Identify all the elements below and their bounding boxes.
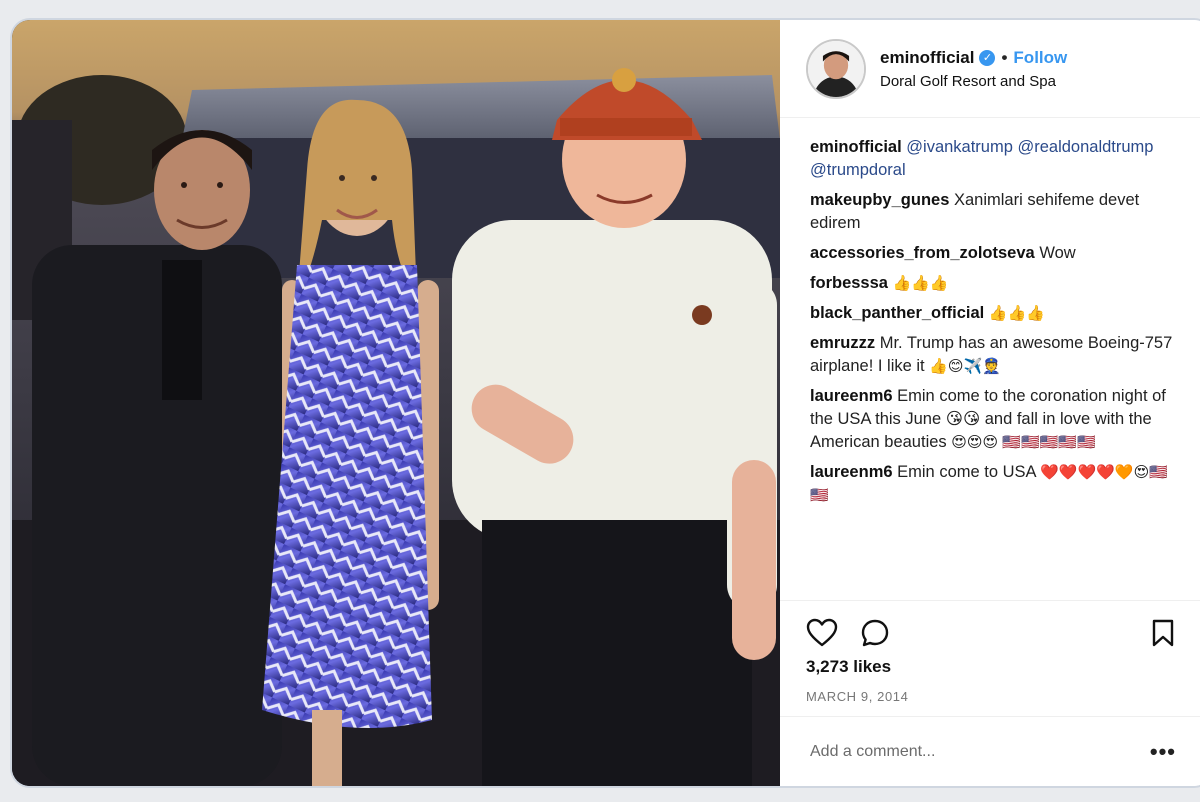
- photo-illustration: [12, 20, 780, 786]
- add-comment-bar: •••: [780, 716, 1200, 786]
- location-link[interactable]: Doral Golf Resort and Spa: [880, 73, 1067, 90]
- comment-username[interactable]: forbesssa: [810, 274, 888, 292]
- avatar[interactable]: [806, 38, 866, 99]
- comment: black_panther_official 👍👍👍: [810, 302, 1182, 325]
- action-icon-row: [806, 615, 1176, 651]
- avatar-image: [808, 40, 864, 97]
- post-card: eminofficial ✓ • Follow Doral Golf Resor…: [12, 20, 1200, 786]
- comment: eminofficial @ivankatrump @realdonaldtru…: [810, 136, 1182, 182]
- post-date: MARCH 9, 2014: [806, 689, 909, 704]
- comment: emruzzz Mr. Trump has an awesome Boeing-…: [810, 332, 1182, 378]
- comment-bubble-icon[interactable]: [860, 618, 890, 648]
- comment-emoji: 😍😍😍 🇺🇸🇺🇸🇺🇸🇺🇸🇺🇸: [951, 434, 1096, 451]
- comment-username[interactable]: emruzzz: [810, 334, 875, 352]
- comment-emoji: 👍👍👍: [892, 275, 949, 292]
- comment-username[interactable]: laureenm6: [810, 387, 893, 405]
- comment-username[interactable]: makeupby_gunes: [810, 191, 949, 209]
- comment-username[interactable]: accessories_from_zolotseva: [810, 244, 1035, 262]
- post-photo[interactable]: [12, 20, 780, 786]
- comment-list: eminofficial @ivankatrump @realdonaldtru…: [810, 136, 1182, 514]
- separator-dot: •: [1001, 47, 1008, 67]
- comment-username[interactable]: black_panther_official: [810, 304, 984, 322]
- heart-outline-icon[interactable]: [806, 618, 838, 648]
- comment-username[interactable]: eminofficial: [810, 138, 902, 156]
- bookmark-icon[interactable]: [1150, 618, 1176, 648]
- comment: accessories_from_zolotseva Wow: [810, 242, 1182, 265]
- comment-text: Emin come to USA: [897, 463, 1036, 481]
- header-top-line: eminofficial ✓ • Follow: [880, 48, 1067, 68]
- post-side-panel: eminofficial ✓ • Follow Doral Golf Resor…: [780, 20, 1200, 786]
- follow-button[interactable]: Follow: [1013, 48, 1067, 68]
- comment-emoji: 👍👍👍: [988, 305, 1045, 322]
- post-header: eminofficial ✓ • Follow Doral Golf Resor…: [780, 20, 1200, 118]
- comment-emoji: 👍😊✈️👮: [929, 358, 1001, 375]
- more-options-icon[interactable]: •••: [1150, 739, 1176, 765]
- verified-badge-icon: ✓: [979, 49, 996, 66]
- like-count[interactable]: 3,273 likes: [806, 657, 1176, 677]
- header-text: eminofficial ✓ • Follow Doral Golf Resor…: [880, 48, 1067, 90]
- comment-text: Wow: [1039, 244, 1076, 262]
- username[interactable]: eminofficial: [880, 48, 974, 68]
- comment-username[interactable]: laureenm6: [810, 463, 893, 481]
- comment: makeupby_gunes Xanimlari sehifeme devet …: [810, 189, 1182, 235]
- comment: forbesssa 👍👍👍: [810, 272, 1182, 295]
- comment-input[interactable]: [810, 742, 1150, 761]
- comment: laureenm6 Emin come to USA ❤️❤️❤️❤️🧡😍🇺🇸🇺…: [810, 461, 1182, 507]
- comment: laureenm6 Emin come to the coronation ni…: [810, 385, 1182, 454]
